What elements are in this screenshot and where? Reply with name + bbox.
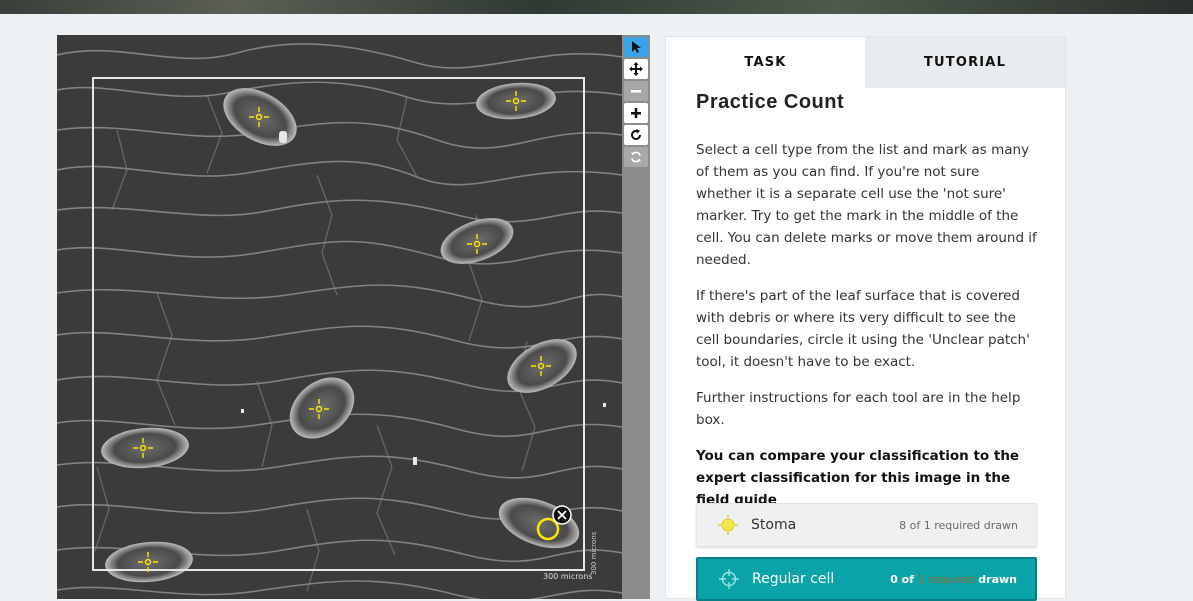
- task-instructions-1: Select a cell type from the list and mar…: [696, 142, 1037, 268]
- choice-stoma-count: 8 of 1 required drawn: [899, 518, 1018, 532]
- choice-regular-cell-count: 0 of 1 required drawn: [890, 572, 1017, 586]
- tab-tutorial[interactable]: TUTORIAL: [865, 37, 1065, 88]
- leaf-micrograph[interactable]: 300 microns 300 microns: [57, 35, 622, 599]
- choice-regular-cell[interactable]: Regular cell 0 of 1 required drawn: [696, 557, 1037, 601]
- rotate-button[interactable]: [624, 125, 648, 145]
- task-instructions-3: Further instructions for each tool are i…: [696, 390, 1021, 428]
- scale-bar-label: 300 microns: [543, 572, 592, 581]
- pointer-icon: [632, 41, 641, 53]
- image-toolbar: [622, 35, 650, 599]
- task-instructions-2: If there's part of the leaf surface that…: [696, 288, 1030, 370]
- choice-stoma[interactable]: Stoma 8 of 1 required drawn: [696, 503, 1037, 547]
- top-banner: [0, 0, 1193, 14]
- pointer-tool-button[interactable]: [624, 37, 648, 57]
- panel-tabs: TASK TUTORIAL: [666, 37, 1065, 88]
- reset-icon: [631, 151, 641, 163]
- zoom-out-button[interactable]: [624, 81, 648, 101]
- stoma-marker-icon: [715, 512, 741, 538]
- task-title: Practice Count: [696, 91, 845, 113]
- rotate-icon: [631, 128, 641, 140]
- crosshair-icon: [716, 566, 742, 592]
- move-tool-button[interactable]: [624, 59, 648, 79]
- task-content: Practice Count Select a cell type from t…: [696, 91, 1038, 511]
- zoom-in-button[interactable]: [624, 103, 648, 123]
- field-guide-note: You can compare your classification to t…: [696, 448, 1020, 508]
- plus-icon: [631, 108, 641, 118]
- task-panel: TASK TUTORIAL Practice Count Select a ce…: [665, 36, 1066, 601]
- subject-image-viewer[interactable]: 300 microns 300 microns: [57, 35, 622, 599]
- move-icon: [629, 62, 643, 76]
- choice-stoma-label: Stoma: [751, 517, 797, 533]
- scale-bar-label-vertical: 300 microns: [590, 531, 598, 575]
- minus-icon: [631, 90, 641, 93]
- tab-task[interactable]: TASK: [666, 37, 865, 88]
- reset-button[interactable]: [624, 147, 648, 167]
- choice-regular-cell-label: Regular cell: [752, 571, 835, 587]
